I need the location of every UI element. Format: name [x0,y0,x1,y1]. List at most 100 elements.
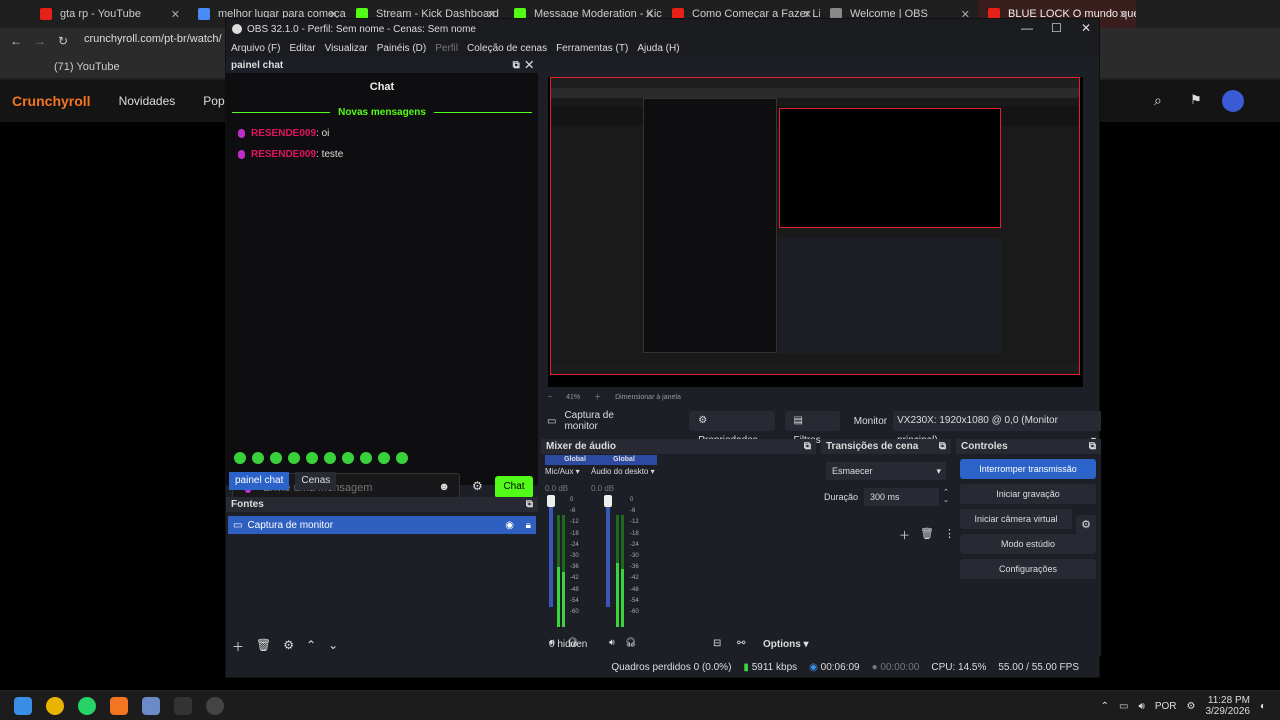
duration-input[interactable]: 300 ms [864,488,940,506]
chat-username[interactable]: RESENDE009 [251,128,316,139]
move-up-icon[interactable]: ⌃ [306,638,316,655]
chrome-icon[interactable] [46,697,64,715]
options-button[interactable]: Options ▾ [763,639,809,650]
emote-icon[interactable] [378,452,390,464]
gear-icon[interactable]: ⚙ [1186,701,1195,712]
close-icon[interactable]: ✕ [525,60,533,71]
slider-handle[interactable] [547,495,555,507]
nav-novidades[interactable]: Novidades [119,94,176,108]
slider-handle[interactable] [604,495,612,507]
channel-name[interactable]: Áudio do deskto ▾ [591,467,657,476]
layout-icon[interactable]: ⊟ [713,638,721,649]
transition-select[interactable]: Esmaecer ▾ [826,462,946,480]
move-down-icon[interactable]: ⌄ [328,638,338,655]
monitor-icon: ▭ [547,415,557,427]
emote-icon[interactable] [396,452,408,464]
bookmark-item[interactable]: (71) YouTube [54,61,120,73]
resize-mode[interactable]: Dimensionar à janela [615,394,681,401]
emoji-icon[interactable]: ☻ [438,481,450,493]
language-indicator[interactable]: POR [1155,701,1177,712]
source-item[interactable]: ▭ Captura de monitor ◉ 🔒︎ [228,516,536,534]
emote-icon[interactable] [360,452,372,464]
emote-icon[interactable] [252,452,264,464]
avatar[interactable] [1222,90,1244,112]
windows-start-icon[interactable] [14,697,32,715]
emote-icon[interactable] [324,452,336,464]
start-virtual-camera-button[interactable]: Iniciar câmera virtual [960,509,1072,529]
context-source-name: Captura de monitor [564,410,614,432]
crunchyroll-logo[interactable]: Crunchyroll [12,93,91,109]
menu-perfil[interactable]: Perfil [435,43,458,54]
source-label: Captura de monitor [247,519,334,531]
close-icon[interactable]: ✕ [1119,8,1128,21]
whatsapp-icon[interactable] [78,697,96,715]
obs-app-icon[interactable] [206,697,224,715]
link-icon[interactable]: ⚯ [737,638,745,649]
address-bar[interactable]: crunchyroll.com/pt-br/watch/ [84,33,234,51]
back-icon[interactable]: ← [10,34,22,48]
monitor-select[interactable]: VX230X: 1920x1080 @ 0,0 (Monitor princip… [893,411,1101,446]
browser-tab[interactable]: gta rp - YouTube ✕ [30,0,188,28]
menu-paineis[interactable]: Painéis (D) [377,43,426,54]
close-icon[interactable]: ✕ [1081,21,1091,35]
microphone-app-icon[interactable] [110,697,128,715]
emote-icon[interactable] [306,452,318,464]
float-icon[interactable]: ⧉ [513,60,520,71]
network-icon[interactable]: ▭ [1119,701,1128,712]
filters-button[interactable]: ▤ Filtros [784,411,840,446]
properties-button[interactable]: ⚙ Propriedades [689,411,775,446]
float-icon[interactable]: ⧉ [1089,439,1096,454]
add-icon[interactable]: ＋ [899,527,910,543]
emote-icon[interactable] [234,452,246,464]
chevron-up-icon[interactable]: ⌃ [1101,701,1109,712]
trash-icon[interactable]: 🗑︎ [256,638,271,655]
menu-ferramentas[interactable]: Ferramentas (T) [556,43,628,54]
gear-icon[interactable]: ⚙ [1076,515,1096,535]
menu-visualizar[interactable]: Visualizar [325,43,368,54]
close-icon[interactable]: ✕ [171,8,180,21]
add-icon[interactable]: ＋ [232,638,244,655]
start-recording-button[interactable]: Iniciar gravação [960,484,1096,504]
search-icon[interactable]: ⌕ [1154,92,1162,109]
tab-cenas[interactable]: Cenas [295,472,337,490]
lock-icon[interactable]: 🔒︎ [526,520,531,531]
controls-dock: Controles ⧉ Interromper transmissão Inic… [956,439,1101,656]
tab-painel-chat[interactable]: painel chat [229,472,290,490]
reload-icon[interactable]: ↻ [58,34,68,48]
zoom-in-icon[interactable]: ＋ [594,392,601,402]
emote-icon[interactable] [342,452,354,464]
more-icon[interactable]: ⋮ [944,527,955,543]
stop-stream-button[interactable]: Interromper transmissão [960,459,1096,479]
gear-icon[interactable]: ⚙ [283,638,294,655]
volume-icon[interactable]: 🔊︎ [1139,701,1145,712]
scale-tick: 0 [570,497,574,503]
clock[interactable]: 11:28 PM 3/29/2026 [1205,695,1250,717]
forward-icon[interactable]: → [34,34,46,48]
chat-send-button[interactable]: Chat [495,476,533,498]
menu-arquivo[interactable]: Arquivo (F) [231,43,280,54]
menu-colecao-cenas[interactable]: Coleção de cenas [467,43,547,54]
emote-icon[interactable] [288,452,300,464]
float-icon[interactable]: ⧉ [804,439,811,454]
notification-icon[interactable]: ◐ [1260,701,1266,712]
gear-icon[interactable]: ⚙ [472,479,483,493]
spin-arrows-icon[interactable]: ⌃ ⌄ [943,489,949,505]
epic-games-icon[interactable] [174,697,192,715]
float-icon[interactable]: ⧉ [939,439,946,454]
minimize-icon[interactable]: — [1021,21,1033,35]
float-icon[interactable]: ⧉ [526,497,533,512]
chat-username[interactable]: RESENDE009 [251,149,316,160]
bookmark-icon[interactable]: ⚑ [1190,92,1202,108]
trash-icon[interactable]: 🗑︎ [920,527,934,543]
emote-icon[interactable] [270,452,282,464]
zoom-out-icon[interactable]: − [548,394,552,401]
menu-editar[interactable]: Editar [289,43,315,54]
visibility-eye-icon[interactable]: ◉ [505,520,514,531]
maximize-icon[interactable]: ☐ [1051,21,1062,35]
studio-mode-button[interactable]: Modo estúdio [960,534,1096,554]
settings-app-icon[interactable] [142,697,160,715]
menu-ajuda[interactable]: Ajuda (H) [637,43,679,54]
preview-canvas[interactable] [548,77,1083,387]
settings-button[interactable]: Configurações [960,559,1096,579]
monitor-capture-preview[interactable] [550,77,1080,375]
